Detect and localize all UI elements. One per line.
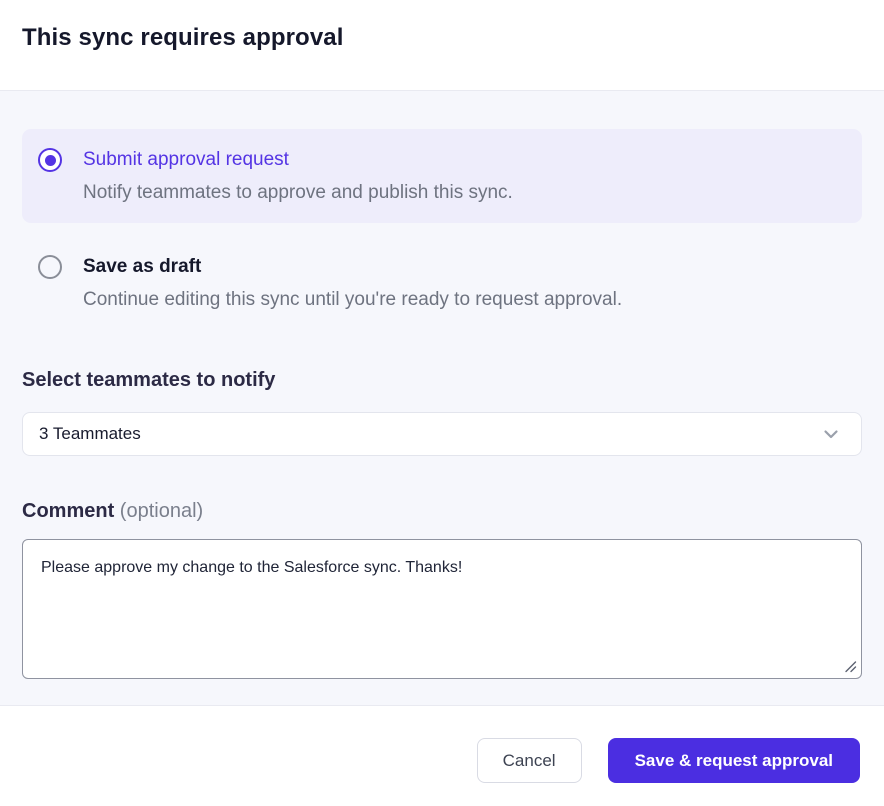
dialog-footer: Cancel Save & request approval	[0, 706, 884, 806]
chevron-down-icon	[821, 424, 841, 444]
comment-heading: Comment (optional)	[22, 500, 862, 523]
dialog-content: Submit approval request Notify teammates…	[0, 91, 884, 706]
option-submit-approval-request[interactable]: Submit approval request Notify teammates…	[22, 129, 862, 223]
comment-optional-label: (optional)	[120, 500, 203, 522]
option-description: Notify teammates to approve and publish …	[83, 180, 513, 206]
teammates-select[interactable]: 3 Teammates	[22, 412, 862, 456]
comment-textarea[interactable]: Please approve my change to the Salesfor…	[22, 539, 862, 679]
radio-selected-icon[interactable]	[38, 148, 62, 172]
option-text-block: Save as draft Continue editing this sync…	[83, 253, 622, 313]
radio-dot	[45, 155, 56, 166]
option-text-block: Submit approval request Notify teammates…	[83, 146, 513, 206]
approval-dialog: This sync requires approval Submit appro…	[0, 0, 884, 806]
teammates-heading: Select teammates to notify	[22, 369, 862, 392]
radio-unselected-icon[interactable]	[38, 255, 62, 279]
option-description: Continue editing this sync until you're …	[83, 287, 622, 313]
option-label: Save as draft	[83, 253, 622, 280]
comment-heading-label: Comment	[22, 500, 114, 522]
option-label: Submit approval request	[83, 146, 513, 173]
dialog-header: This sync requires approval	[0, 0, 884, 91]
comment-field-wrap: Please approve my change to the Salesfor…	[22, 539, 862, 679]
save-request-approval-button[interactable]: Save & request approval	[608, 738, 860, 783]
teammates-select-value: 3 Teammates	[39, 424, 141, 444]
option-save-as-draft[interactable]: Save as draft Continue editing this sync…	[22, 253, 862, 313]
dialog-title: This sync requires approval	[22, 24, 862, 52]
cancel-button[interactable]: Cancel	[477, 738, 582, 783]
